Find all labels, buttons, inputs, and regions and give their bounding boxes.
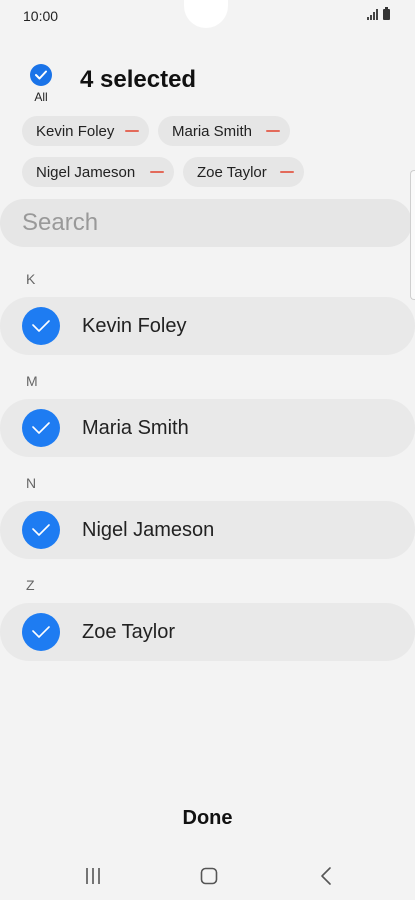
section-header: K — [26, 271, 36, 287]
home-icon[interactable] — [194, 864, 224, 888]
checkmark-icon — [22, 613, 60, 651]
section-header: M — [26, 373, 38, 389]
chip-nigel-jameson: Nigel Jameson — [22, 157, 174, 187]
signal-icon — [367, 9, 378, 20]
contact-name: Zoe Taylor — [82, 621, 176, 643]
search-input[interactable] — [0, 199, 412, 247]
status-bar: 10:00 — [0, 0, 415, 32]
remove-icon[interactable] — [150, 171, 164, 173]
checkmark-icon — [22, 511, 60, 549]
section-header: Z — [26, 577, 35, 593]
contact-row[interactable]: Kevin Foley — [0, 297, 415, 355]
status-icons — [367, 7, 390, 20]
chip-zoe-taylor: Zoe Taylor — [183, 157, 304, 187]
camera-notch — [184, 0, 228, 28]
checkmark-icon — [22, 307, 60, 345]
chip-maria-smith: Maria Smith — [158, 116, 290, 146]
chip-label: Zoe Taylor — [197, 163, 267, 181]
remove-icon[interactable] — [266, 130, 280, 132]
section-header: N — [26, 475, 37, 491]
select-all-label: All — [34, 90, 48, 104]
done-button[interactable]: Done — [150, 800, 265, 836]
remove-icon[interactable] — [125, 130, 139, 132]
contact-name: Nigel Jameson — [82, 519, 215, 541]
contact-name: Maria Smith — [82, 417, 189, 439]
contact-row[interactable]: Zoe Taylor — [0, 603, 415, 661]
battery-icon — [383, 7, 390, 20]
scroll-indicator[interactable] — [410, 170, 415, 300]
navigation-bar — [0, 850, 415, 900]
contact-row[interactable]: Nigel Jameson — [0, 501, 415, 559]
back-icon[interactable] — [311, 864, 341, 888]
select-all-toggle[interactable]: All — [28, 64, 54, 104]
remove-icon[interactable] — [280, 171, 294, 173]
chip-label: Kevin Foley — [36, 122, 115, 140]
chip-kevin-foley: Kevin Foley — [22, 116, 149, 146]
contact-row[interactable]: Maria Smith — [0, 399, 415, 457]
selected-count-title: 4 selected — [80, 66, 197, 93]
checkmark-icon — [22, 409, 60, 447]
chip-label: Maria Smith — [172, 122, 253, 140]
recent-apps-icon[interactable] — [78, 864, 108, 888]
chip-label: Nigel Jameson — [36, 163, 136, 181]
contact-name: Kevin Foley — [82, 315, 187, 337]
check-circle-icon — [30, 64, 52, 86]
status-time: 10:00 — [23, 8, 59, 24]
